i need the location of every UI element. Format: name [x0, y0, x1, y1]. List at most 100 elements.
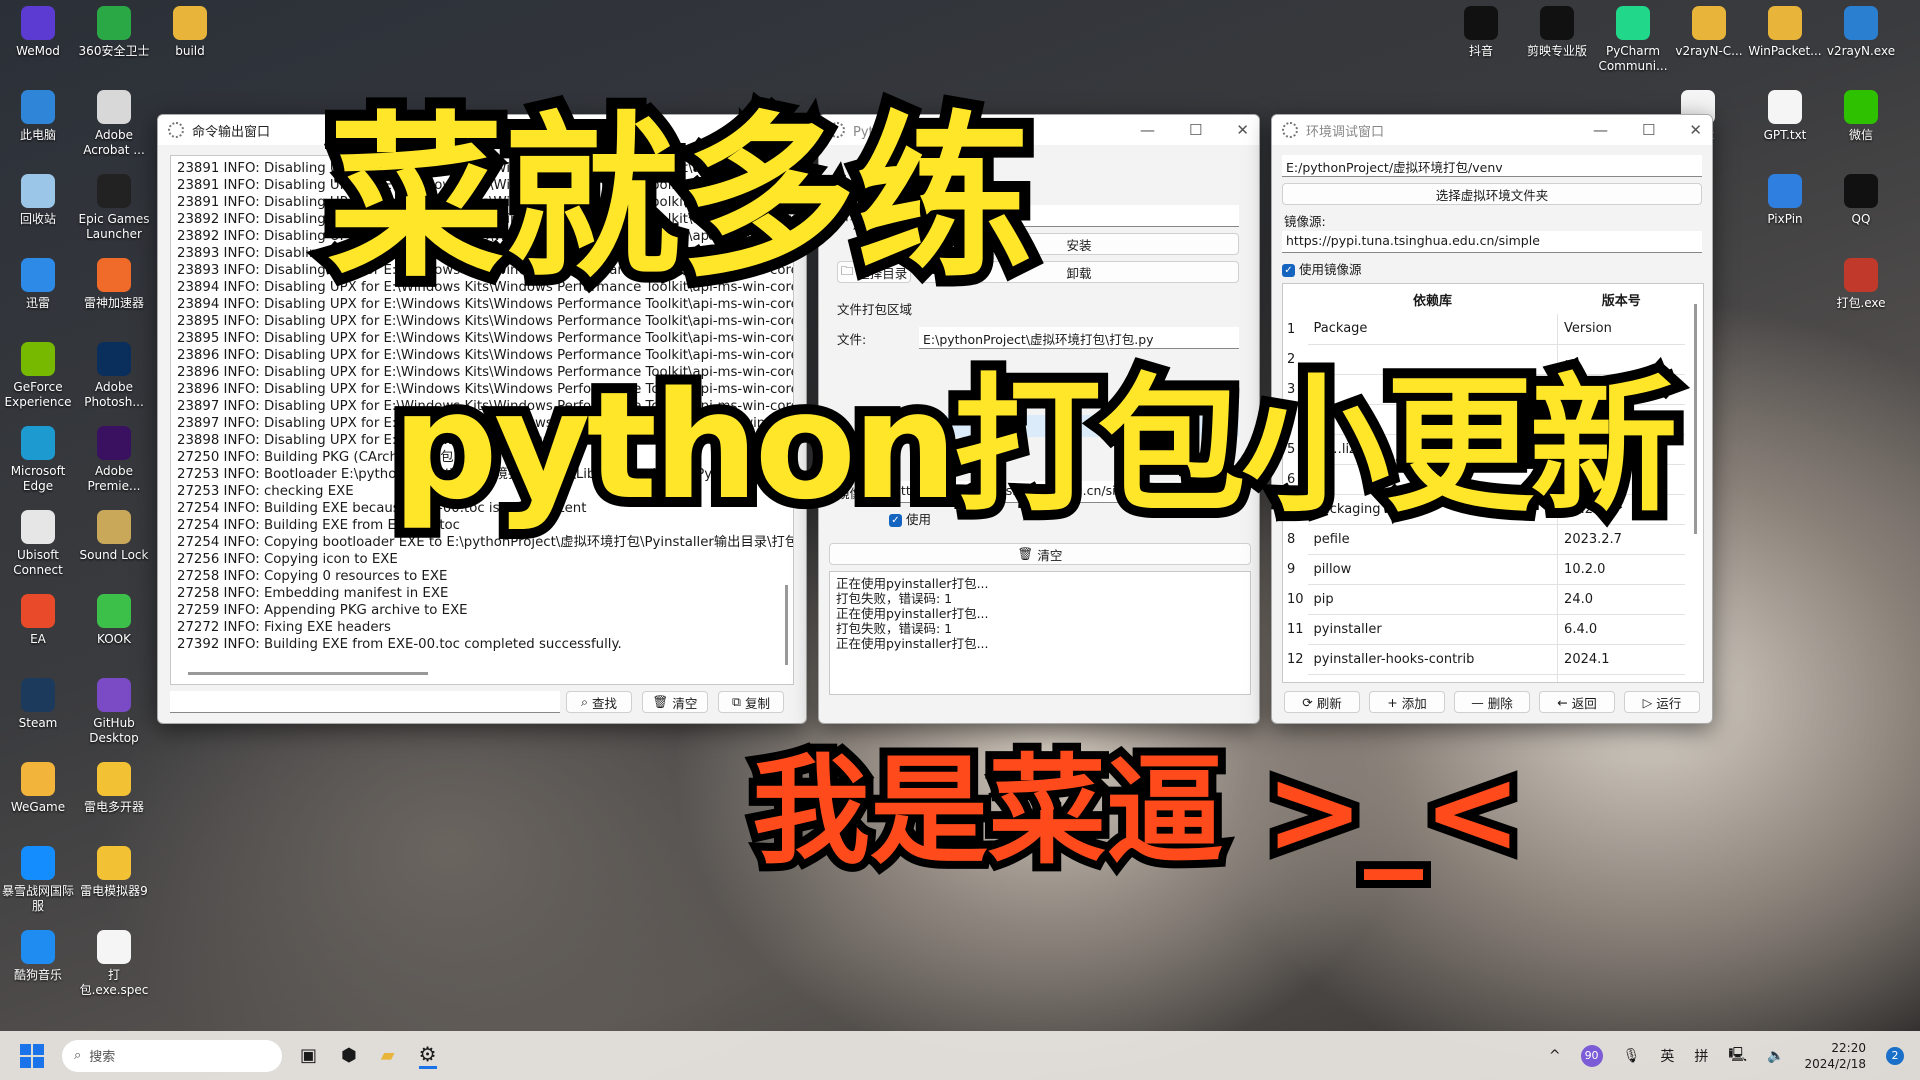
app-icon: [1464, 6, 1498, 40]
microphone-icon[interactable]: 🎙: [1623, 1048, 1641, 1064]
network-icon[interactable]: 🖳: [1728, 1044, 1747, 1068]
app-badge[interactable]: 90: [1580, 1044, 1603, 1067]
desktop-icon[interactable]: 微信: [1823, 90, 1899, 143]
vertical-scrollbar[interactable]: [1694, 304, 1697, 534]
desktop-icon[interactable]: GeForce Experience: [0, 342, 76, 410]
desktop-icon[interactable]: 360安全卫士: [76, 6, 152, 59]
table-row[interactable]: 13PyQt66.6.1: [1283, 674, 1685, 682]
desktop-icon[interactable]: 雷电模拟器9: [76, 846, 152, 899]
taskbar-search[interactable]: ⌕ 搜索: [62, 1039, 282, 1072]
app-icon[interactable]: ⬢: [341, 1045, 357, 1066]
add-button[interactable]: + 添加: [1369, 691, 1445, 713]
version-cell[interactable]: 10.2.0: [1557, 554, 1685, 585]
venv-path-field[interactable]: E:/pythonProject/虚拟环境打包/venv: [1282, 155, 1702, 177]
desktop-icon[interactable]: 抖音: [1443, 6, 1519, 59]
desktop-icon[interactable]: Adobe Acrobat ...: [76, 90, 152, 158]
desktop-icon[interactable]: build: [152, 6, 228, 59]
desktop-icon[interactable]: Epic Games Launcher: [76, 174, 152, 242]
package-cell[interactable]: pillow: [1307, 554, 1559, 585]
clear-output-button[interactable]: 🗑 清空: [829, 543, 1251, 565]
find-button[interactable]: ⌕ 查找: [566, 691, 632, 713]
version-cell[interactable]: 24.0: [1557, 584, 1685, 615]
desktop-icon[interactable]: Ubisoft Connect: [0, 510, 76, 578]
desktop-icon[interactable]: PixPin: [1747, 174, 1823, 227]
table-row[interactable]: 12 pyinstaller-hooks-contrib 2024.1: [1283, 644, 1685, 675]
desktop-icon[interactable]: WinPacket...: [1747, 6, 1823, 59]
desktop-icon[interactable]: GPT.txt: [1747, 90, 1823, 143]
chevron-up-icon[interactable]: ^: [1549, 1048, 1561, 1064]
table-row[interactable]: 10 pip 24.0: [1283, 584, 1685, 615]
app-icon: [1768, 90, 1802, 124]
table-row[interactable]: 9 pillow 10.2.0: [1283, 554, 1685, 585]
choose-venv-button[interactable]: 选择虚拟环境文件夹: [1282, 183, 1702, 205]
ime-mode[interactable]: 拼: [1694, 1046, 1708, 1066]
maximize-button[interactable]: ☐: [1642, 121, 1655, 139]
desktop-icon[interactable]: Steam: [0, 678, 76, 731]
desktop-icon[interactable]: 此电脑: [0, 90, 76, 143]
gear-icon: [1282, 122, 1298, 138]
minimize-button[interactable]: —: [1140, 121, 1155, 139]
app-icon: [21, 930, 55, 964]
desktop-icon[interactable]: KOOK: [76, 594, 152, 647]
packaging-output[interactable]: 正在使用pyinstaller打包... 打包失败，错误码: 1 正在使用pyins…: [829, 571, 1251, 695]
refresh-button[interactable]: ⟳ 刷新: [1284, 691, 1360, 713]
desktop-icon[interactable]: EA: [0, 594, 76, 647]
volume-icon[interactable]: 🔈: [1767, 1048, 1784, 1064]
delete-button[interactable]: — 删除: [1454, 691, 1530, 713]
minimize-button[interactable]: —: [1593, 121, 1608, 139]
desktop-icon[interactable]: GitHub Desktop: [76, 678, 152, 746]
desktop-icon[interactable]: 酷狗音乐: [0, 930, 76, 983]
run-button[interactable]: ▷ 运行: [1624, 691, 1700, 713]
notification-badge[interactable]: 2: [1886, 1046, 1904, 1065]
desktop-icon[interactable]: 雷神加速器: [76, 258, 152, 311]
desktop-icon[interactable]: 暴雪战网国际服: [0, 846, 76, 914]
row-number: 13: [1283, 674, 1308, 682]
desktop-icon[interactable]: PyCharm Communi...: [1595, 6, 1671, 74]
vertical-scrollbar[interactable]: [785, 585, 788, 665]
use-mirror-checkbox[interactable]: ✓ 使用镜像源: [1282, 259, 1362, 278]
clock[interactable]: 22:20 2024/2/18: [1804, 1040, 1866, 1072]
close-button[interactable]: ✕: [1689, 121, 1702, 139]
horizontal-scrollbar[interactable]: [188, 672, 428, 675]
clear-button[interactable]: 🗑 清空: [642, 691, 708, 713]
version-cell[interactable]: 6.4.0: [1557, 614, 1685, 645]
desktop-icon[interactable]: 雷电多开器: [76, 762, 152, 815]
version-cell[interactable]: 2024.1: [1557, 644, 1685, 675]
column-header-package[interactable]: 依赖库: [1308, 284, 1558, 314]
close-button[interactable]: ✕: [1236, 121, 1249, 139]
task-view-icon[interactable]: ▣: [300, 1045, 317, 1066]
ime-lang[interactable]: 英: [1660, 1046, 1674, 1066]
desktop-icon[interactable]: v2rayN.exe: [1823, 6, 1899, 59]
back-button[interactable]: ← 返回: [1539, 691, 1615, 713]
package-cell[interactable]: pyinstaller-hooks-contrib: [1307, 644, 1559, 675]
mirror-field[interactable]: https://pypi.tuna.tsinghua.edu.cn/simple: [1282, 231, 1702, 253]
desktop-icon[interactable]: 剪映专业版: [1519, 6, 1595, 59]
column-header-version[interactable]: 版本号: [1558, 284, 1685, 314]
desktop-icon[interactable]: QQ: [1823, 174, 1899, 227]
desktop-icon[interactable]: Sound Lock: [76, 510, 152, 563]
desktop-icon[interactable]: Adobe Photosh...: [76, 342, 152, 410]
maximize-button[interactable]: ☐: [1189, 121, 1202, 139]
row-number: 12: [1283, 644, 1308, 674]
copy-button[interactable]: ⧉ 复制: [718, 691, 784, 713]
file-explorer-icon[interactable]: ▰: [381, 1045, 395, 1066]
caption-line2: python打包小更新: [382, 350, 1688, 542]
package-cell[interactable]: PyQt6: [1307, 674, 1559, 682]
desktop-icon[interactable]: Microsoft Edge: [0, 426, 76, 494]
start-button[interactable]: [20, 1043, 44, 1068]
trash-icon: 🗑: [652, 694, 669, 709]
desktop-icon[interactable]: 打包.exe.spec: [76, 930, 152, 998]
desktop-icon[interactable]: 迅雷: [0, 258, 76, 311]
desktop-icon[interactable]: WeGame: [0, 762, 76, 815]
settings-icon[interactable]: ⚙: [418, 1042, 437, 1069]
desktop-icon[interactable]: 打包.exe: [1823, 258, 1899, 311]
search-input[interactable]: [170, 691, 560, 713]
desktop-icon[interactable]: 回收站: [0, 174, 76, 227]
desktop-icon[interactable]: v2rayN-C...: [1671, 6, 1747, 59]
desktop-icon[interactable]: WeMod: [0, 6, 76, 59]
version-cell[interactable]: 6.6.1: [1557, 674, 1685, 682]
table-row[interactable]: 11 pyinstaller 6.4.0: [1283, 614, 1685, 645]
desktop-icon[interactable]: Adobe Premie...: [76, 426, 152, 494]
package-cell[interactable]: pyinstaller: [1307, 614, 1559, 645]
package-cell[interactable]: pip: [1307, 584, 1559, 615]
